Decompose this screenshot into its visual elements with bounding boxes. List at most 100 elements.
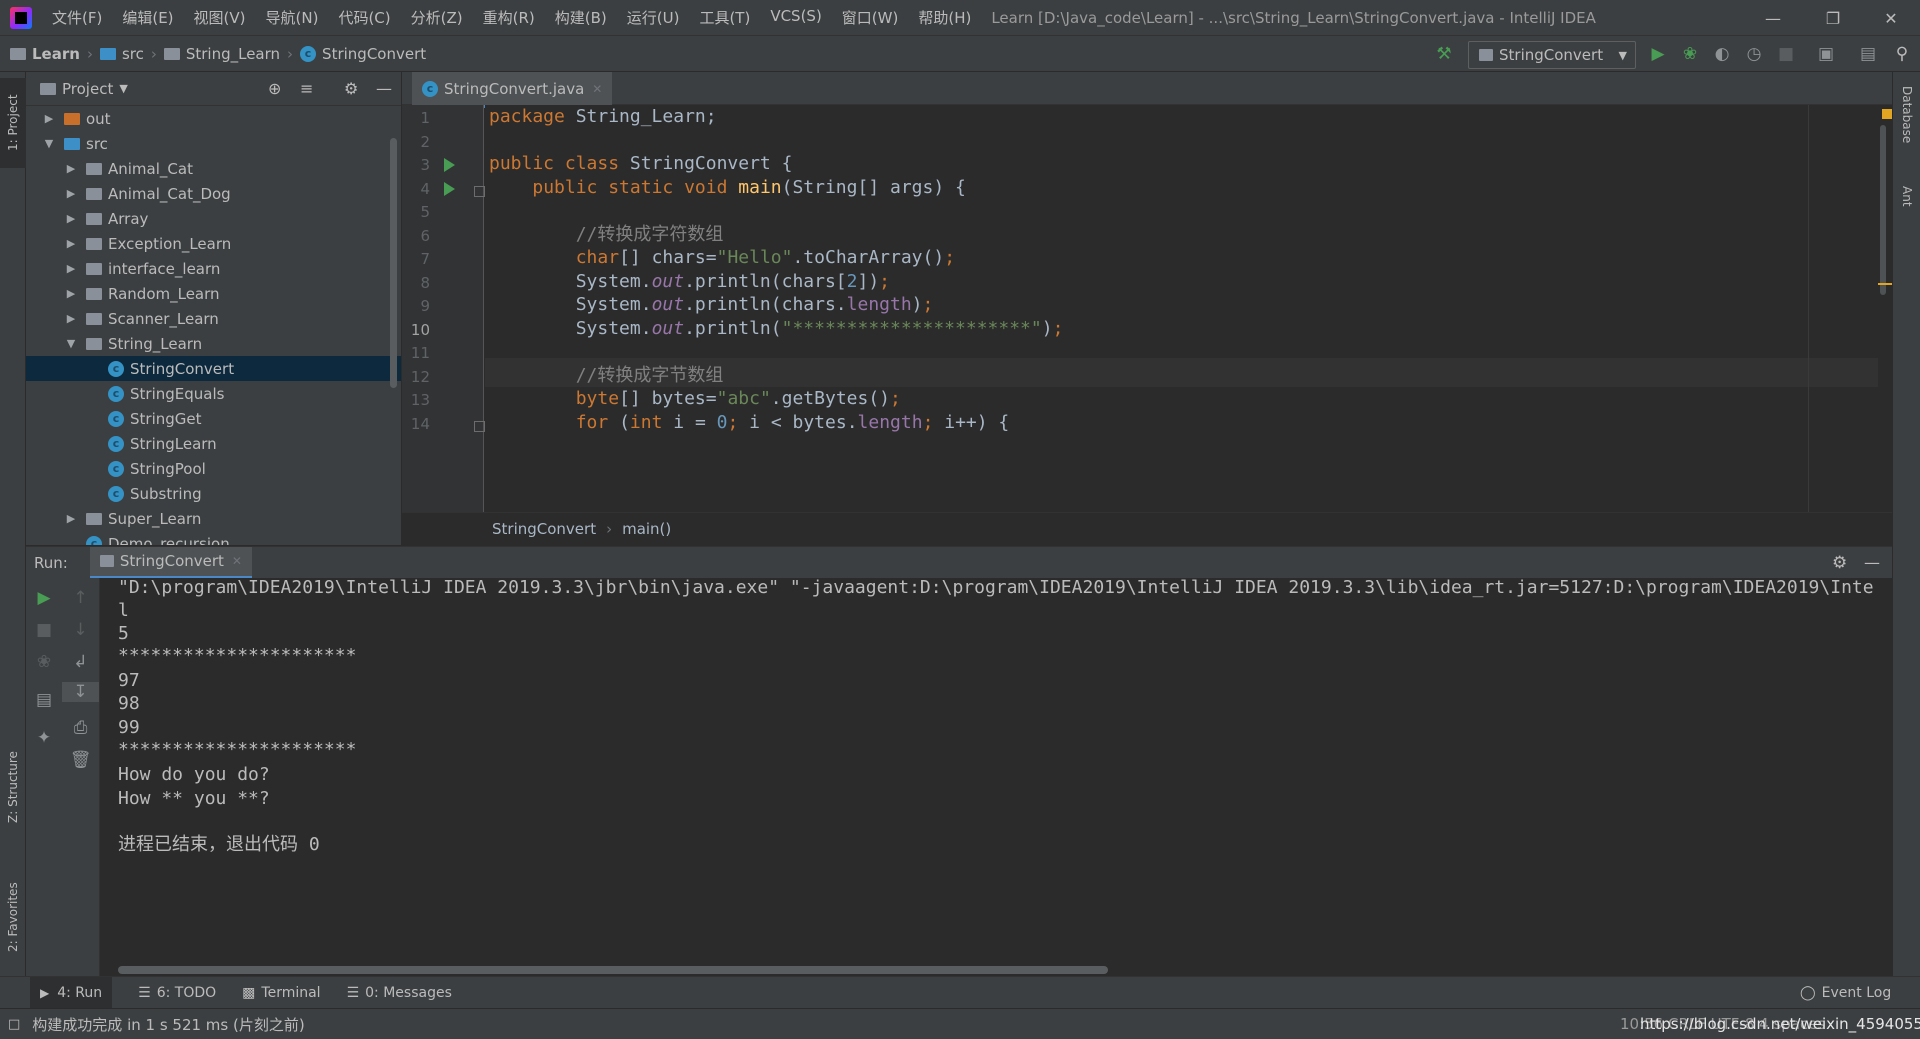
expanded-arrow-icon[interactable]: ▼ [42, 137, 56, 150]
menu-item[interactable]: 帮助(H) [908, 7, 981, 28]
console-output[interactable]: "D:\program\IDEA2019\IntelliJ IDEA 2019.… [100, 578, 1892, 976]
scroll-down-icon[interactable]: ↓ [62, 620, 99, 640]
tree-item-folder[interactable]: ▶ Super_Learn [26, 506, 401, 531]
tree-item-folder[interactable]: ▶ Animal_Cat_Dog [26, 181, 401, 206]
close-tab-icon[interactable]: ✕ [232, 554, 242, 568]
tree-item-folder[interactable]: ▶ out [26, 106, 401, 131]
stop-icon[interactable]: ■ [26, 620, 62, 640]
menu-item[interactable]: 编辑(E) [112, 7, 183, 28]
gear-icon[interactable]: ⚙ [1832, 553, 1847, 573]
minimize-icon[interactable]: — [1750, 0, 1796, 36]
menu-item[interactable]: 构建(B) [545, 7, 617, 28]
layout-icon[interactable]: ▤ [1858, 44, 1878, 64]
search-icon[interactable]: ⚲ [1892, 44, 1912, 64]
run-tab-stringconvert[interactable]: StringConvert ✕ [89, 546, 252, 579]
collapsed-arrow-icon[interactable]: ▶ [64, 162, 78, 175]
tool-tab-messages[interactable]: ☰ 0: Messages [347, 985, 452, 1001]
collapsed-arrow-icon[interactable]: ▶ [64, 237, 78, 250]
tree-item-folder[interactable]: ▶ interface_learn [26, 256, 401, 281]
restore-icon[interactable]: ❐ [1810, 0, 1856, 36]
collapsed-arrow-icon[interactable]: ▶ [64, 262, 78, 275]
debug-icon[interactable]: ❀ [1680, 44, 1700, 64]
tree-item-class[interactable]: c StringConvert [26, 356, 401, 381]
menu-item[interactable]: 代码(C) [328, 7, 400, 28]
tree-item-class[interactable]: c Substring [26, 481, 401, 506]
collapsed-arrow-icon[interactable]: ▶ [64, 287, 78, 300]
menu-item[interactable]: 运行(U) [617, 7, 690, 28]
tree-item-class[interactable]: c StringLearn [26, 431, 401, 456]
editor-scroll-thumb[interactable] [1880, 125, 1886, 295]
run-gutter-icon[interactable] [444, 158, 455, 172]
project-scrollbar[interactable] [390, 138, 397, 388]
build-hammer-icon[interactable]: ⚒ [1434, 44, 1454, 64]
print-icon[interactable]: ⎙ [62, 718, 99, 738]
nav-crumb-class[interactable]: c StringConvert [300, 45, 426, 63]
tool-tab-structure[interactable]: Z: Structure [0, 732, 26, 842]
project-view-select[interactable]: Project [62, 80, 113, 98]
tree-item-folder[interactable]: ▶ Scanner_Learn [26, 306, 401, 331]
tree-item-class[interactable]: c Demo_recursion [26, 531, 401, 545]
editor-tab-stringconvert[interactable]: c StringConvert.java ✕ [412, 72, 613, 108]
tool-tab-database[interactable]: Database [1896, 86, 1918, 162]
pin-icon[interactable]: ✦ [26, 728, 62, 748]
tool-tab-todo[interactable]: ☰ 6: TODO [138, 985, 216, 1001]
project-structure-icon[interactable]: ▣ [1816, 44, 1836, 64]
fold-icon[interactable] [474, 185, 485, 197]
expanded-arrow-icon[interactable]: ▼ [64, 337, 78, 350]
tree-item-folder[interactable]: ▶ Exception_Learn [26, 231, 401, 256]
nav-crumb-package[interactable]: String_Learn › [163, 45, 300, 63]
collapsed-arrow-icon[interactable]: ▶ [42, 112, 56, 125]
profile-icon[interactable]: ◷ [1744, 44, 1764, 64]
tree-item-folder[interactable]: ▶ Array [26, 206, 401, 231]
scroll-to-end-icon[interactable]: ↧ [62, 682, 99, 702]
tool-tab-run[interactable]: ▶ 4: Run [30, 976, 113, 1009]
menu-item[interactable]: 工具(T) [689, 7, 760, 28]
menu-item[interactable]: 窗口(W) [832, 7, 909, 28]
clear-trash-icon[interactable]: 🗑 [62, 750, 99, 770]
tree-item-folder[interactable]: ▼ String_Learn [26, 331, 401, 356]
gear-icon[interactable]: ⚙ [344, 79, 358, 98]
menu-item[interactable]: 导航(N) [256, 7, 329, 28]
debug-disabled-icon[interactable]: ❀ [26, 652, 62, 672]
breadcrumb-class[interactable]: StringConvert [492, 520, 596, 538]
tree-item-folder[interactable]: ▶ Random_Learn [26, 281, 401, 306]
tool-tab-ant[interactable]: Ant [1896, 186, 1918, 230]
layout-icon[interactable]: ▤ [26, 690, 62, 710]
hide-panel-icon[interactable]: — [1864, 553, 1880, 572]
chevron-down-icon[interactable]: ▼ [119, 82, 127, 95]
tool-tab-project[interactable]: 1: Project [0, 78, 26, 168]
console-hscrollbar[interactable] [118, 966, 1108, 974]
breadcrumb-method[interactable]: main() [622, 520, 671, 538]
tree-item-folder[interactable]: ▶ Animal_Cat [26, 156, 401, 181]
close-tab-icon[interactable]: ✕ [592, 82, 602, 96]
run-configuration-select[interactable]: StringConvert ▼ [1468, 41, 1636, 69]
collapsed-arrow-icon[interactable]: ▶ [64, 512, 78, 525]
collapsed-arrow-icon[interactable]: ▶ [64, 212, 78, 225]
tree-item-folder[interactable]: ▼ src [26, 131, 401, 156]
fold-icon[interactable] [474, 420, 485, 432]
menu-item[interactable]: 分析(Z) [401, 7, 473, 28]
collapse-all-icon[interactable]: ≡ [300, 79, 313, 98]
locate-icon[interactable]: ⊕ [268, 79, 281, 98]
stop-icon[interactable]: ■ [1776, 44, 1796, 64]
run-gutter-icon[interactable] [444, 181, 455, 196]
menu-item[interactable]: 重构(R) [473, 7, 545, 28]
tree-item-class[interactable]: c StringEquals [26, 381, 401, 406]
warning-marker-icon[interactable] [1882, 109, 1892, 119]
menu-item[interactable]: VCS(S) [760, 7, 831, 28]
menu-item[interactable]: 视图(V) [184, 7, 256, 28]
nav-crumb-src[interactable]: src › [99, 45, 164, 63]
editor-scrollbar[interactable] [1878, 105, 1892, 512]
panel-toggle-icon[interactable]: □ [8, 1017, 20, 1032]
soft-wrap-icon[interactable]: ↲ [62, 652, 99, 672]
nav-crumb-project[interactable]: Learn › [10, 45, 100, 63]
code-editor[interactable]: package String_Learn; public class String… [485, 105, 1892, 512]
event-log-button[interactable]: ◯ Event Log [1800, 985, 1891, 1001]
coverage-icon[interactable]: ◐ [1712, 44, 1732, 64]
collapsed-arrow-icon[interactable]: ▶ [64, 312, 78, 325]
close-icon[interactable]: ✕ [1868, 0, 1914, 36]
menu-item[interactable]: 文件(F) [42, 7, 112, 28]
tool-tab-favorites[interactable]: 2: Favorites [0, 862, 26, 972]
tool-tab-terminal[interactable]: ▩ Terminal [242, 985, 320, 1001]
scroll-up-icon[interactable]: ↑ [62, 588, 99, 608]
